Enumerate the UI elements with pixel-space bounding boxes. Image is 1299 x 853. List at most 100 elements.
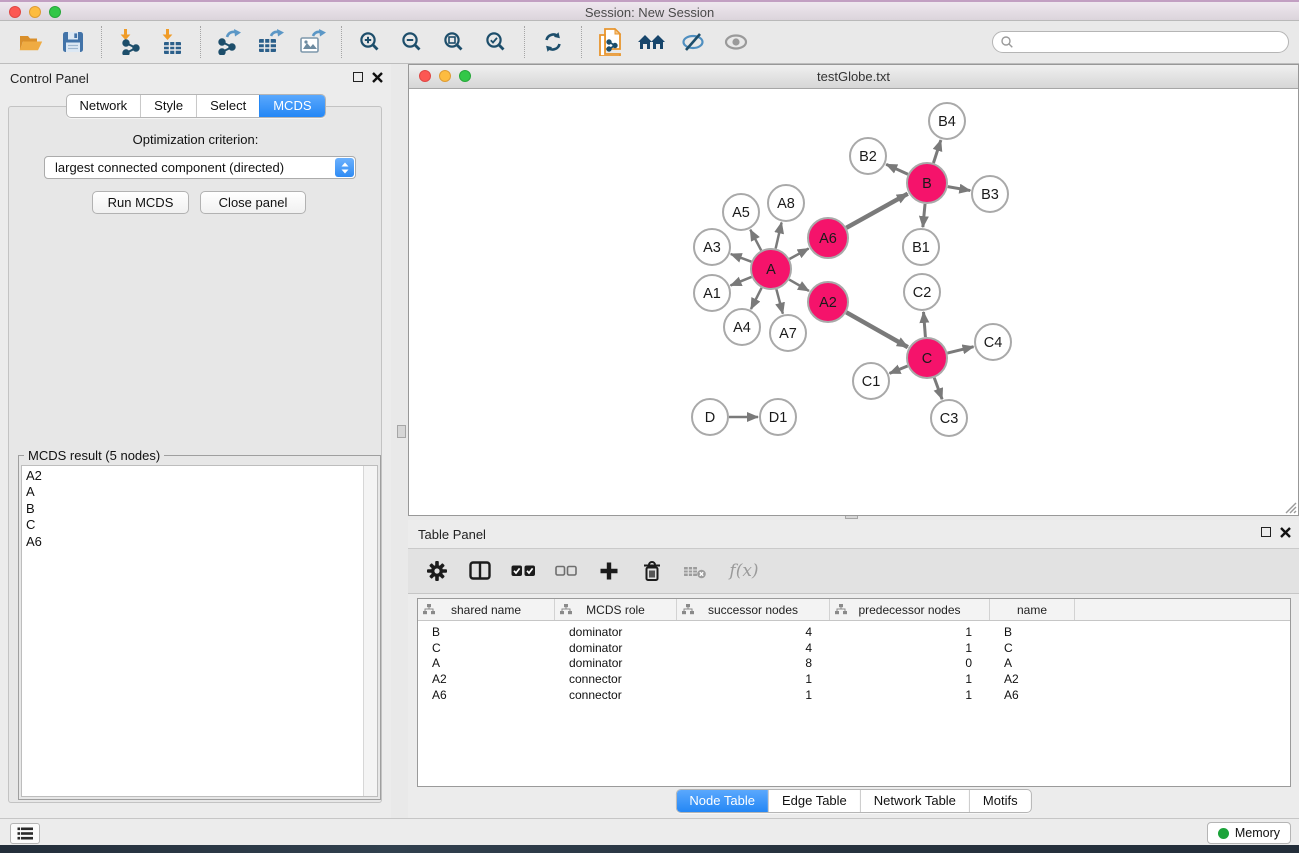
search-input[interactable] — [992, 31, 1289, 53]
network-window-titlebar[interactable]: testGlobe.txt — [409, 65, 1298, 89]
table-panel: Table Panel — [408, 520, 1299, 818]
resize-grip-icon[interactable] — [1283, 500, 1297, 514]
mcds-result-item[interactable]: B — [22, 501, 363, 517]
graph-edge-A-A7[interactable] — [776, 289, 782, 313]
panel-divider-handle[interactable] — [397, 425, 406, 438]
graphics-details-icon[interactable] — [673, 23, 715, 61]
tab-select[interactable]: Select — [196, 95, 259, 117]
refresh-icon[interactable] — [532, 23, 574, 61]
graph-edge-A-A8[interactable] — [776, 223, 782, 249]
float-panel-icon[interactable] — [353, 72, 363, 82]
close-panel-icon[interactable] — [372, 72, 383, 83]
column-header-predecessor-nodes[interactable]: predecessor nodes — [830, 599, 990, 620]
close-table-panel-icon[interactable] — [1280, 527, 1291, 538]
tab-network[interactable]: Network — [66, 95, 140, 117]
tab-network-table[interactable]: Network Table — [860, 790, 969, 812]
graph-edge-C-C4[interactable] — [947, 347, 973, 353]
table-header: shared name MCDS role successor nodes pr… — [418, 599, 1290, 621]
delete-column-trash-icon[interactable] — [639, 558, 665, 584]
table-cell: 1 — [677, 672, 830, 686]
tab-mcds[interactable]: MCDS — [259, 95, 324, 117]
graph-edge-B-B2[interactable] — [886, 164, 908, 174]
graph-edge-A-A2[interactable] — [789, 280, 809, 291]
table-row[interactable]: Cdominator41C — [418, 640, 1290, 656]
mcds-result-item[interactable]: A6 — [22, 534, 363, 550]
graph-node-label: B2 — [859, 149, 877, 165]
close-panel-button[interactable]: Close panel — [200, 191, 306, 214]
graph-edge-A-A3[interactable] — [731, 254, 752, 262]
home-icon[interactable] — [631, 23, 673, 61]
column-label: predecessor nodes — [858, 603, 960, 617]
graph-edge-B-B4[interactable] — [933, 140, 940, 163]
table-row[interactable]: A2connector11A2 — [418, 671, 1290, 687]
table-row[interactable]: Bdominator41B — [418, 624, 1290, 640]
import-network-icon[interactable] — [109, 23, 151, 61]
graph-edge-A-A5[interactable] — [750, 230, 761, 251]
graph-node-label: D1 — [769, 410, 788, 426]
tab-node-table[interactable]: Node Table — [676, 790, 768, 812]
graph-edge-C-C3[interactable] — [934, 378, 942, 400]
open-session-icon[interactable] — [10, 23, 52, 61]
deselect-all-icon[interactable] — [553, 558, 579, 584]
graph-node-label: A3 — [703, 240, 721, 256]
export-table-icon[interactable] — [250, 23, 292, 61]
graph-edge-C-C2[interactable] — [924, 312, 926, 337]
zoom-fit-icon[interactable] — [433, 23, 475, 61]
close-panel-label: Close panel — [219, 195, 288, 210]
graph-edge-A2-C[interactable] — [846, 312, 908, 347]
function-builder-button[interactable]: f(x) — [725, 558, 763, 584]
table-row[interactable]: A6connector11A6 — [418, 687, 1290, 703]
memory-button[interactable]: Memory — [1207, 822, 1291, 844]
delete-table-icon[interactable] — [682, 558, 708, 584]
graph-node-label: A8 — [777, 196, 795, 212]
mcds-result-item[interactable]: A2 — [22, 468, 363, 484]
export-image-icon[interactable] — [292, 23, 334, 61]
graph-edge-C-C1[interactable] — [890, 366, 908, 373]
optimization-criterion-select[interactable]: largest connected component (directed) — [44, 156, 356, 179]
select-all-icon[interactable] — [510, 558, 536, 584]
column-header-successor-nodes[interactable]: successor nodes — [677, 599, 830, 620]
graph-edge-B-B1[interactable] — [923, 204, 925, 227]
graph-node-label: A4 — [733, 320, 751, 336]
table-settings-gear-icon[interactable] — [424, 558, 450, 584]
zoom-out-icon[interactable] — [391, 23, 433, 61]
graph-node-label: A2 — [819, 295, 837, 311]
folder-front — [20, 41, 43, 50]
tab-motifs[interactable]: Motifs — [969, 790, 1031, 812]
column-view-icon[interactable] — [467, 558, 493, 584]
table-cell: 1 — [830, 688, 990, 702]
tab-style[interactable]: Style — [140, 95, 196, 117]
zoom-selected-icon[interactable] — [475, 23, 517, 61]
network-canvas[interactable]: AA6A2BCB4B2B3B1A5A8A3A1A4A7C2C4C1C3DD1 — [409, 88, 1298, 515]
zoom-in-icon[interactable] — [349, 23, 391, 61]
graph-edge-A6-B[interactable] — [846, 194, 907, 228]
table-row[interactable]: Adominator80A — [418, 656, 1290, 672]
graph-edge-A-A6[interactable] — [789, 249, 808, 259]
graph-edge-A-A4[interactable] — [751, 288, 762, 309]
float-table-panel-icon[interactable] — [1261, 527, 1271, 537]
table-panel-buttons — [1261, 527, 1291, 538]
mcds-result-item[interactable]: A — [22, 484, 363, 500]
column-header-name[interactable]: name — [990, 599, 1075, 620]
graph-edge-A-A1[interactable] — [731, 277, 752, 286]
show-task-history-button[interactable] — [10, 823, 40, 844]
control-panel: Control Panel Network Style Select MCDS … — [0, 64, 391, 818]
export-network-icon[interactable] — [208, 23, 250, 61]
eye-icon[interactable] — [715, 23, 757, 61]
optimization-criterion-label: Optimization criterion: — [0, 132, 391, 147]
graph-node-label: A1 — [703, 286, 721, 302]
save-session-icon[interactable] — [52, 23, 94, 61]
run-mcds-button[interactable]: Run MCDS — [92, 191, 189, 214]
table-cell: A — [418, 656, 555, 670]
column-header-mcds-role[interactable]: MCDS role — [555, 599, 677, 620]
new-session-from-network-icon[interactable] — [589, 23, 631, 61]
import-table-icon[interactable] — [151, 23, 193, 61]
node-table: shared name MCDS role successor nodes pr… — [417, 598, 1291, 787]
mcds-list-scrollbar[interactable] — [363, 466, 377, 796]
tab-edge-table[interactable]: Edge Table — [768, 790, 860, 812]
column-header-shared-name[interactable]: shared name — [418, 599, 555, 620]
mcds-result-item[interactable]: C — [22, 517, 363, 533]
add-column-icon[interactable] — [596, 558, 622, 584]
session-title: Session: New Session — [0, 5, 1299, 20]
graph-edge-B-B3[interactable] — [948, 187, 971, 191]
